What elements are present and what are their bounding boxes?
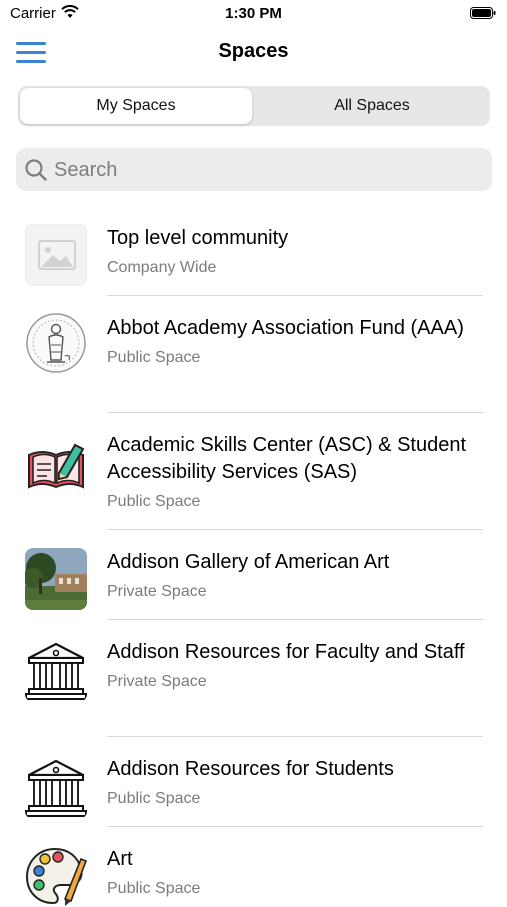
space-name: Addison Resources for Faculty and Staff (107, 641, 465, 663)
list-item[interactable]: Addison Gallery of American Art Private … (0, 530, 507, 620)
seal-logo-icon (25, 312, 87, 374)
list-item[interactable]: Academic Skills Center (ASC) & Student A… (0, 413, 507, 530)
museum-building-icon (25, 640, 87, 702)
space-type: Public Space (107, 493, 201, 510)
space-type: Private Space (107, 673, 207, 690)
list-item[interactable]: Abbot Academy Association Fund (AAA) Pub… (0, 296, 507, 413)
building-photo-icon (25, 548, 87, 610)
list-item[interactable]: Top level community Company Wide (0, 206, 507, 296)
space-name: Art (107, 848, 133, 870)
search-icon (25, 159, 47, 181)
space-type: Company Wide (107, 259, 217, 276)
segment-my-spaces[interactable]: My Spaces (20, 88, 252, 124)
list-item[interactable]: Addison Resources for Faculty and Staff … (0, 620, 507, 737)
space-name: Academic Skills Center (ASC) & Student A… (107, 434, 467, 483)
space-type: Public Space (107, 790, 201, 807)
paint-palette-icon (25, 845, 87, 907)
space-name: Top level community (107, 227, 289, 249)
space-name: Abbot Academy Association Fund (AAA) (107, 317, 464, 339)
image-placeholder-icon (25, 224, 87, 286)
spaces-segmented-control: My Spaces All Spaces (18, 86, 490, 126)
search-bar (16, 148, 492, 193)
list-item[interactable]: Addison Resources for Students Public Sp… (0, 737, 507, 827)
space-name: Addison Gallery of American Art (107, 551, 390, 573)
space-type: Public Space (107, 349, 201, 366)
segment-all-spaces[interactable]: All Spaces (256, 88, 488, 124)
book-pencil-icon (25, 435, 87, 497)
space-name: Addison Resources for Students (107, 758, 394, 780)
status-time: 1:30 PM (225, 5, 282, 22)
space-type: Public Space (107, 880, 201, 897)
list-item[interactable]: Art Public Space (0, 827, 507, 907)
space-type: Private Space (107, 583, 207, 600)
navigation-bar: Spaces (0, 30, 507, 76)
spaces-list: Top level community Company Wide Abbot A… (0, 206, 507, 907)
page-title: Spaces (218, 40, 289, 62)
battery-icon (470, 7, 496, 19)
search-input[interactable] (52, 148, 476, 193)
status-bar: Carrier 1:30 PM (0, 0, 507, 28)
museum-building-icon (25, 757, 87, 819)
